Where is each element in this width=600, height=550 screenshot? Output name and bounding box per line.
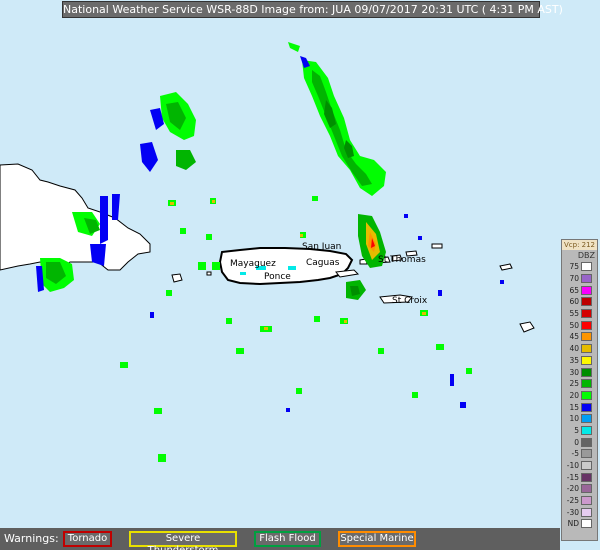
legend-row: 35 (562, 355, 597, 367)
legend-row: 45 (562, 331, 597, 343)
mona-island (171, 273, 183, 283)
legend-level-label: 0 (574, 437, 579, 447)
legend-row: -20 (562, 483, 597, 495)
legend-row: -5 (562, 448, 597, 460)
legend-row: 50 (562, 319, 597, 331)
legend-level-label: 40 (569, 344, 579, 354)
legend-level-label: 5 (574, 425, 579, 435)
legend-row: 30 (562, 366, 597, 378)
legend-row: -15 (562, 471, 597, 483)
legend-row: 25 (562, 378, 597, 390)
legend-row: -30 (562, 506, 597, 518)
legend-level-label: 70 (569, 274, 579, 284)
legend-level-label: -15 (566, 472, 579, 482)
legend-color-swatch (581, 484, 592, 494)
legend-row: -25 (562, 495, 597, 507)
legend-level-label: 30 (569, 367, 579, 377)
legend-color-swatch (581, 449, 592, 459)
desecheo-island (206, 271, 212, 276)
legend-color-swatch (581, 390, 592, 400)
legend-color-swatch (581, 437, 592, 447)
legend-level-label: 10 (569, 414, 579, 424)
legend-level-label: 35 (569, 355, 579, 365)
legend-row: 55 (562, 308, 597, 320)
legend-color-swatch (581, 519, 592, 529)
legend-row: 40 (562, 343, 597, 355)
legend-color-swatch (581, 496, 592, 506)
legend-level-label: -5 (571, 449, 579, 459)
radar-title: National Weather Service WSR-88D Image f… (63, 3, 563, 16)
legend-color-swatch (581, 274, 592, 284)
legend-row: -10 (562, 460, 597, 472)
tornado-warning-button[interactable]: Tornado (63, 531, 112, 547)
saint-martin-island (519, 321, 535, 333)
dbz-color-legend: Vcp: 212 DBZ 75 70 65 60 55 50 45 40 35 30 25 20 15 1… (561, 239, 598, 541)
legend-row: 60 (562, 296, 597, 308)
legend-level-label: -25 (566, 496, 579, 506)
legend-rows: 75 70 65 60 55 50 45 40 35 30 25 20 15 10 5 0 -5 -10 -15 -2… (562, 261, 597, 530)
legend-color-swatch (581, 320, 592, 330)
warnings-label: Warnings: (4, 532, 59, 545)
legend-color-swatch (581, 379, 592, 389)
legend-row: 0 (562, 436, 597, 448)
legend-level-label: 55 (569, 309, 579, 319)
legend-level-label: 20 (569, 390, 579, 400)
anguilla-island (499, 263, 513, 271)
legend-level-label: 75 (569, 262, 579, 272)
place-label-ponce: Ponce (264, 272, 291, 282)
place-label-san-juan: San Juan (302, 242, 342, 252)
legend-color-swatch (581, 297, 592, 307)
dbz-unit-label: DBZ (577, 251, 595, 260)
legend-level-label: -10 (566, 461, 579, 471)
legend-color-swatch (581, 507, 592, 517)
legend-color-swatch (581, 262, 592, 272)
legend-level-label: 60 (569, 297, 579, 307)
legend-color-swatch (581, 285, 592, 295)
legend-color-swatch (581, 402, 592, 412)
vcp-label: Vcp: 212 (562, 240, 597, 250)
place-label-st-croix: St Croix (392, 296, 428, 306)
legend-level-label: 25 (569, 379, 579, 389)
legend-color-swatch (581, 461, 592, 471)
place-label-mayaguez: Mayaguez (230, 259, 276, 269)
warnings-bar: Warnings: Tornado Severe Thunderstorm Fl… (0, 528, 560, 550)
special-marine-warning-button[interactable]: Special Marine (338, 531, 416, 547)
legend-row: 10 (562, 413, 597, 425)
legend-color-swatch (581, 344, 592, 354)
legend-row: ND (562, 518, 597, 530)
legend-level-label: 65 (569, 285, 579, 295)
severe-thunderstorm-warning-button[interactable]: Severe Thunderstorm (129, 531, 237, 550)
legend-row: 20 (562, 390, 597, 402)
flash-flood-warning-button[interactable]: Flash Flood (254, 531, 321, 547)
radar-map (0, 42, 535, 462)
legend-color-swatch (581, 414, 592, 424)
place-label-st-thomas: St Thomas (378, 255, 426, 265)
legend-level-label: -30 (566, 507, 579, 517)
legend-color-swatch (581, 425, 592, 435)
legend-level-label: -20 (566, 484, 579, 494)
legend-row: 5 (562, 425, 597, 437)
legend-level-label: 50 (569, 320, 579, 330)
legend-row: 75 (562, 261, 597, 273)
legend-color-swatch (581, 472, 592, 482)
legend-color-swatch (581, 367, 592, 377)
radar-title-bar: National Weather Service WSR-88D Image f… (62, 1, 563, 18)
legend-level-label: ND (567, 519, 579, 529)
legend-row: 15 (562, 401, 597, 413)
legend-row: 65 (562, 284, 597, 296)
legend-level-label: 45 (569, 332, 579, 342)
legend-level-label: 15 (569, 402, 579, 412)
legend-color-swatch (581, 332, 592, 342)
legend-color-swatch (581, 355, 592, 365)
anegada-island (431, 243, 443, 249)
radar-viewer: National Weather Service WSR-88D Image f… (0, 0, 600, 550)
legend-row: 70 (562, 273, 597, 285)
place-label-caguas: Caguas (306, 258, 340, 268)
legend-color-swatch (581, 309, 592, 319)
